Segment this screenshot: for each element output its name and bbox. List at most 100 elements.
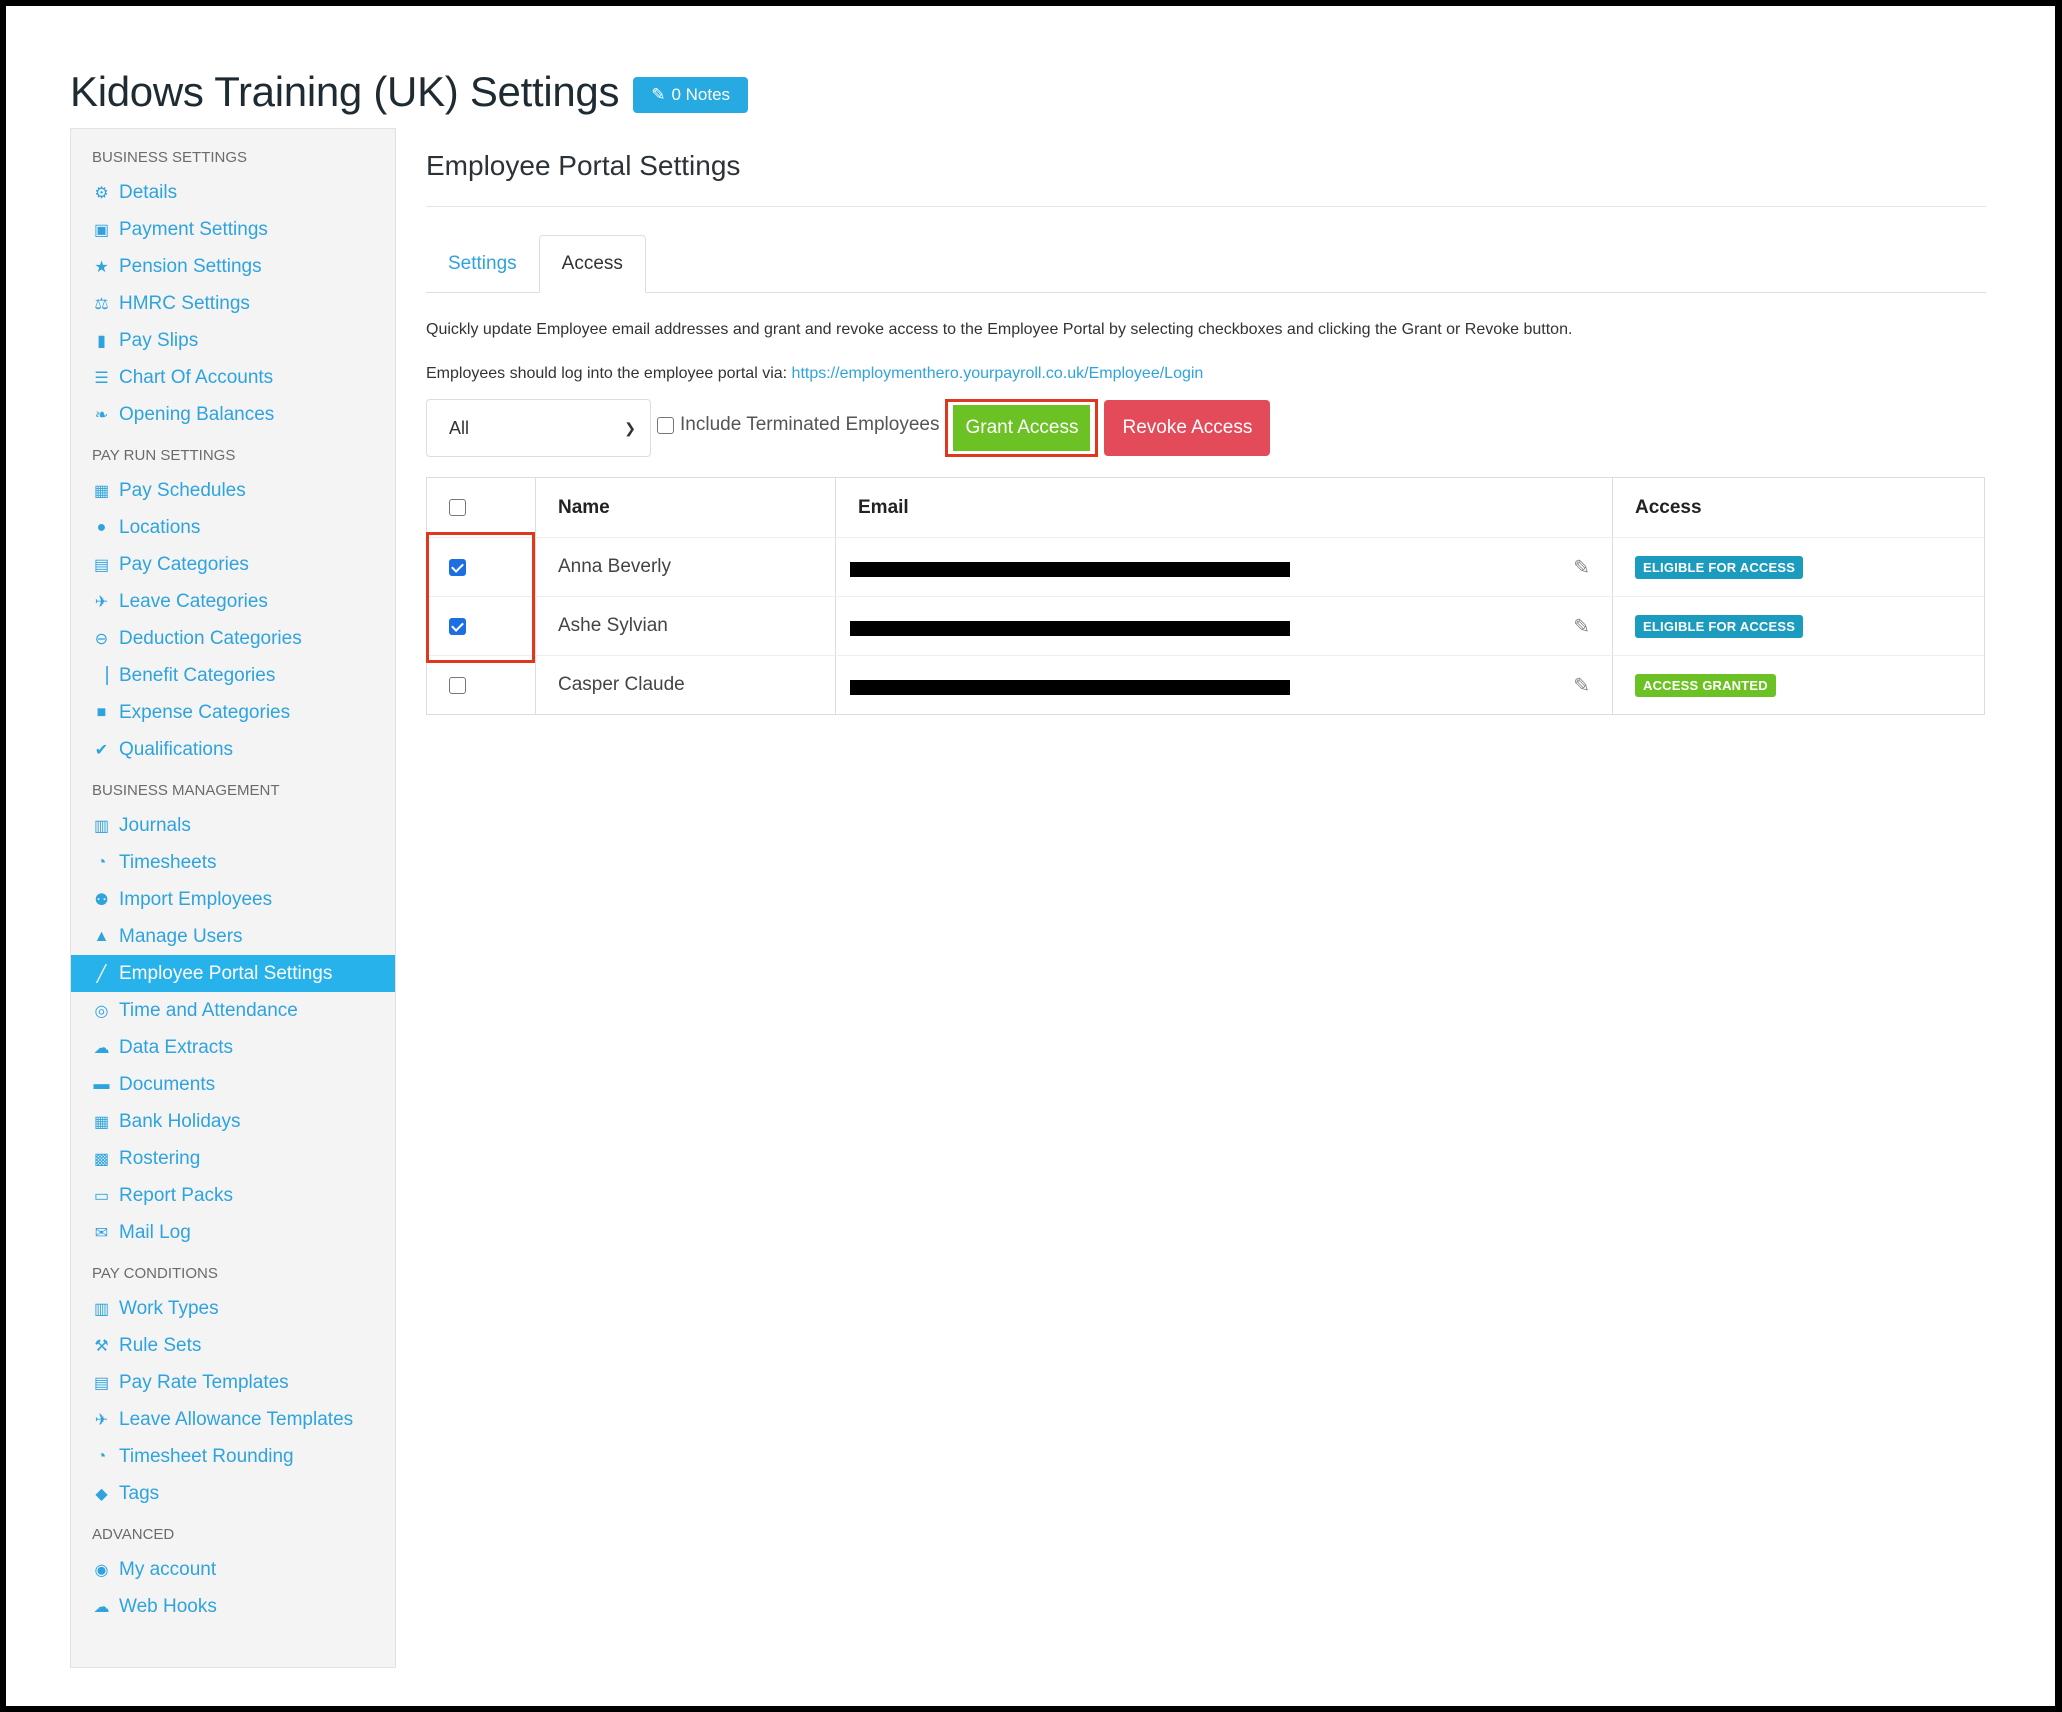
sidebar-item-opening-balances[interactable]: ❧ Opening Balances <box>71 396 395 433</box>
sidebar-item-journals[interactable]: ▥ Journals <box>71 807 395 844</box>
sidebar-item-chart-of-accounts[interactable]: ☰ Chart Of Accounts <box>71 359 395 396</box>
sidebar-item-documents[interactable]: ▬ Documents <box>71 1066 395 1103</box>
sidebar-item-import-employees[interactable]: ⚉ Import Employees <box>71 881 395 918</box>
sidebar-item-mail-log[interactable]: ✉ Mail Log <box>71 1214 395 1251</box>
select-all-cell <box>427 478 535 537</box>
tab-bar: Settings Access <box>426 235 1986 293</box>
table-row: Casper Claude ✎ ACCESS GRANTED <box>427 655 1984 714</box>
sidebar-item-work-types[interactable]: ▥ Work Types <box>71 1290 395 1327</box>
page-header: Kidows Training (UK) Settings ✎ 0 Notes <box>70 68 749 116</box>
sidebar-item-label: Pay Schedules <box>119 479 246 501</box>
sidebar-item-time-and-attendance[interactable]: ◎ Time and Attendance <box>71 992 395 1029</box>
employee-access-table: Name Email Access Anna Beverly ✎ ELIGIBLE … <box>426 477 1985 715</box>
file-icon: ▮ <box>97 332 106 350</box>
sidebar: BUSINESS SETTINGS ⚙ Details ▣ Payment Settin… <box>70 128 396 1668</box>
sidebar-item-web-hooks[interactable]: ☁ Web Hooks <box>71 1588 395 1625</box>
folder-open-icon: ▭ <box>93 1187 110 1205</box>
table-body: Anna Beverly ✎ ELIGIBLE FOR ACCESS Ashe Syl… <box>427 537 1984 714</box>
notes-label: 0 Notes <box>671 85 731 104</box>
sidebar-item-benefit-categories[interactable]: ▕ Benefit Categories <box>71 657 395 694</box>
book-icon: ▥ <box>93 817 110 835</box>
redacted-email <box>850 620 1290 636</box>
sidebar-item-label: Pay Categories <box>119 553 249 575</box>
sidebar-item-pay-slips[interactable]: ▮ Pay Slips <box>71 322 395 359</box>
table-header-row: Name Email Access <box>427 478 1984 537</box>
sidebar-item-expense-categories[interactable]: ■ Expense Categories <box>71 694 395 731</box>
sidebar-item-leave-allowance-templates[interactable]: ✈ Leave Allowance Templates <box>71 1401 395 1438</box>
sidebar-item-payment-settings[interactable]: ▣ Payment Settings <box>71 211 395 248</box>
sidebar-item-rule-sets[interactable]: ⚒ Rule Sets <box>71 1327 395 1364</box>
calendar-grid-icon: ▩ <box>93 1150 110 1168</box>
sidebar-item-bank-holidays[interactable]: ▦ Bank Holidays <box>71 1103 395 1140</box>
pencil-icon[interactable]: ✎ <box>1573 614 1590 639</box>
email-header[interactable]: Email <box>835 478 1612 537</box>
row-select-checkbox[interactable] <box>449 558 466 576</box>
pencil-icon[interactable]: ✎ <box>1573 673 1590 698</box>
sidebar-item-my-account[interactable]: ◉ My account <box>71 1551 395 1588</box>
sidebar-item-label: HMRC Settings <box>119 292 250 314</box>
row-select-checkbox[interactable] <box>449 676 466 694</box>
sidebar-item-label: Pay Slips <box>119 329 199 351</box>
sidebar-item-details[interactable]: ⚙ Details <box>71 174 395 211</box>
redacted-email <box>850 679 1290 695</box>
sidebar-item-pay-categories[interactable]: ▤ Pay Categories <box>71 546 395 583</box>
cloud-download-icon: ☁ <box>93 1039 110 1057</box>
sidebar-heading-business-management: BUSINESS MANAGEMENT <box>92 782 280 799</box>
include-terminated-label: Include Terminated Employees <box>680 414 940 435</box>
pencil-icon[interactable]: ✎ <box>1573 555 1590 580</box>
sidebar-item-label: Expense Categories <box>119 701 291 723</box>
gear-icon: ⚙ <box>94 184 109 202</box>
main-content: Employee Portal Settings Settings Access… <box>426 128 1986 715</box>
plane-icon: ✈ <box>94 593 109 611</box>
grant-access-button[interactable]: Grant Access <box>953 405 1091 451</box>
access-header[interactable]: Access <box>1612 478 1984 537</box>
sidebar-item-qualifications[interactable]: ✔ Qualifications <box>71 731 395 768</box>
sidebar-item-rostering[interactable]: ▩ Rostering <box>71 1140 395 1177</box>
sidebar-item-employee-portal-settings[interactable]: ╱ Employee Portal Settings <box>71 955 395 992</box>
sidebar-item-pay-schedules[interactable]: ▦ Pay Schedules <box>71 472 395 509</box>
sidebar-item-deduction-categories[interactable]: ⊖ Deduction Categories <box>71 620 395 657</box>
include-terminated-option[interactable]: Include Terminated Employees <box>657 399 939 457</box>
sidebar-item-pay-rate-templates[interactable]: ▤ Pay Rate Templates <box>71 1364 395 1401</box>
sidebar-item-report-packs[interactable]: ▭ Report Packs <box>71 1177 395 1214</box>
sidebar-heading-pay-conditions: PAY CONDITIONS <box>92 1265 218 1282</box>
sidebar-item-tags[interactable]: ◆ Tags <box>71 1475 395 1512</box>
login-link[interactable]: https://employmenthero.yourpayroll.co.uk… <box>792 365 1204 382</box>
chart-icon: ▕ <box>95 667 108 685</box>
include-terminated-checkbox[interactable] <box>657 416 674 434</box>
sidebar-item-hmrc-settings[interactable]: ⚖ HMRC Settings <box>71 285 395 322</box>
select-all-checkbox[interactable] <box>449 499 466 516</box>
sidebar-item-leave-categories[interactable]: ✈ Leave Categories <box>71 583 395 620</box>
table-row: Ashe Sylvian ✎ ELIGIBLE FOR ACCESS <box>427 596 1984 655</box>
tab-access[interactable]: Access <box>538 235 646 293</box>
tag-icon: ◆ <box>95 1485 108 1503</box>
sidebar-item-timesheet-rounding[interactable]: ◔ Timesheet Rounding <box>71 1438 395 1475</box>
row-select-cell <box>427 656 535 714</box>
stopwatch-icon: ◎ <box>94 1002 109 1020</box>
sidebar-item-locations[interactable]: ● Locations <box>71 509 395 546</box>
revoke-access-button[interactable]: Revoke Access <box>1104 400 1271 456</box>
employee-filter-select[interactable]: All ❯ <box>426 399 651 457</box>
login-prefix: Employees should log into the employee p… <box>426 365 792 382</box>
sidebar-item-timesheets[interactable]: ◔ Timesheets <box>71 844 395 881</box>
name-header[interactable]: Name <box>535 478 835 537</box>
tab-settings[interactable]: Settings <box>426 235 539 292</box>
divider <box>426 206 1986 207</box>
folder-icon: ▬ <box>93 1075 110 1093</box>
sidebar-item-label: Documents <box>119 1073 216 1095</box>
row-select-checkbox[interactable] <box>449 617 466 635</box>
sidebar-item-pension-settings[interactable]: ★ Pension Settings <box>71 248 395 285</box>
chevron-down-icon: ❯ <box>624 419 636 436</box>
sidebar-item-label: Mail Log <box>119 1221 191 1243</box>
sidebar-item-manage-users[interactable]: ▲ Manage Users <box>71 918 395 955</box>
user-circle-icon: ◉ <box>94 1561 109 1579</box>
sidebar-item-label: Details <box>119 181 178 203</box>
sidebar-item-data-extracts[interactable]: ☁ Data Extracts <box>71 1029 395 1066</box>
employee-name: Casper Claude <box>535 656 835 714</box>
sidebar-item-label: Timesheet Rounding <box>119 1445 294 1467</box>
employee-email-cell: ✎ <box>835 597 1612 655</box>
lock-icon: ▲ <box>93 927 110 945</box>
calendar-icon: ▦ <box>93 482 110 500</box>
notes-button[interactable]: ✎ 0 Notes <box>633 77 749 113</box>
employee-name: Ashe Sylvian <box>535 597 835 655</box>
